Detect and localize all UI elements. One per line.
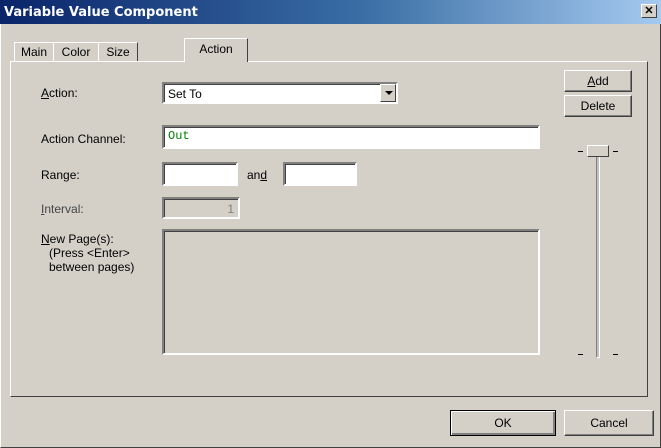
close-icon[interactable]: ✕: [641, 4, 657, 18]
action-channel-value: Out: [168, 129, 190, 143]
interval-value: 1: [227, 202, 234, 216]
slider-tick-top-right: [613, 151, 618, 152]
action-tab-panel: Action: Set To Action Channel: Out Range…: [10, 61, 648, 397]
action-combo[interactable]: Set To: [162, 82, 398, 104]
range-to-input[interactable]: [283, 162, 357, 186]
ok-button[interactable]: OK: [450, 410, 556, 436]
action-label: Action:: [41, 86, 78, 100]
window-title: Variable Value Component: [4, 5, 198, 20]
action-combo-value: Set To: [168, 87, 202, 101]
slider-thumb[interactable]: [587, 145, 609, 157]
tab-action[interactable]: Action: [184, 38, 248, 62]
tab-size[interactable]: Size: [98, 42, 138, 62]
new-pages-hint-1: (Press <Enter>: [49, 246, 130, 260]
action-channel-input[interactable]: Out: [162, 125, 540, 149]
range-and-label: and: [247, 168, 268, 182]
title-bar[interactable]: Variable Value Component ✕: [0, 0, 661, 24]
cancel-button[interactable]: Cancel: [564, 410, 654, 436]
range-from-input[interactable]: [162, 162, 238, 186]
slider-tick-bottom-left: [578, 354, 583, 355]
tab-main[interactable]: Main: [14, 42, 54, 62]
slider-tick-top-left: [578, 151, 583, 152]
new-pages-textarea[interactable]: [162, 229, 540, 355]
interval-input[interactable]: 1: [162, 197, 240, 219]
interval-label: Interval:: [41, 202, 84, 216]
chevron-down-icon[interactable]: [380, 84, 396, 102]
action-channel-label: Action Channel:: [41, 132, 126, 146]
add-button[interactable]: Add: [564, 70, 632, 92]
range-label: Range:: [41, 168, 80, 182]
delete-button[interactable]: Delete: [564, 95, 632, 117]
slider-track[interactable]: [596, 152, 600, 358]
new-pages-label: New Page(s):: [41, 232, 114, 246]
tab-color[interactable]: Color: [53, 42, 99, 62]
new-pages-hint-2: between pages): [49, 260, 135, 274]
slider-tick-bottom-right: [613, 354, 618, 355]
